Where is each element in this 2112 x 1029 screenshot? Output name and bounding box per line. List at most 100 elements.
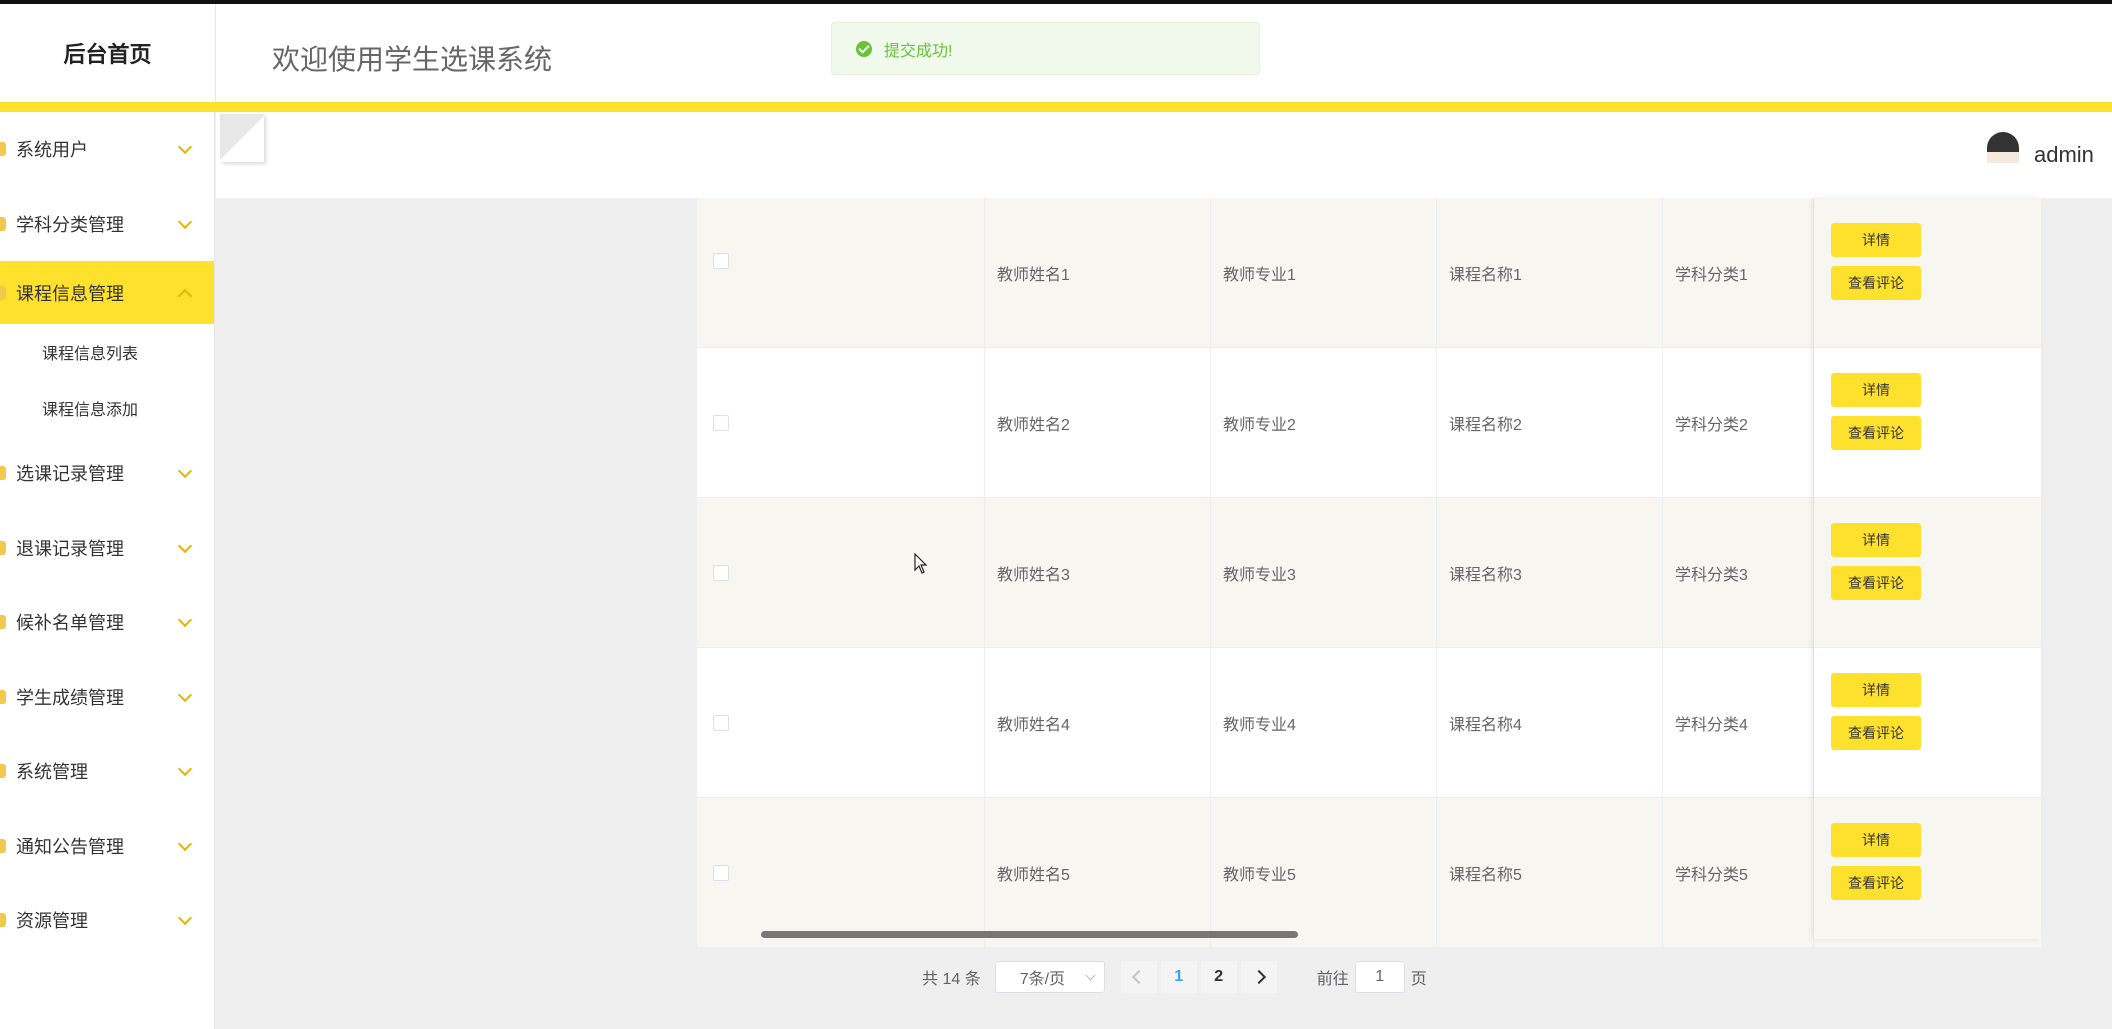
chevron-down-icon — [177, 762, 193, 777]
course-table: 教师姓名1 教师专业1 课程名称1 学科分类1 详情 查看评论 教师姓名2 教师… — [697, 198, 2041, 948]
username[interactable]: admin — [2034, 142, 2094, 168]
chevron-down-icon — [177, 538, 193, 553]
sidebar-item-label: 选课记录管理 — [16, 464, 124, 485]
image-cell — [759, 798, 985, 947]
detail-button[interactable]: 详情 — [1831, 523, 1921, 557]
sidebar-item-label: 通知公告管理 — [16, 836, 124, 857]
sidebar-item-grades[interactable]: 学生成绩管理 — [0, 660, 214, 735]
chevron-down-icon — [177, 911, 193, 926]
image-cell — [759, 498, 985, 647]
subject-cell: 学科分类5 — [1663, 798, 1814, 947]
folder-icon — [0, 689, 6, 704]
table-row: 教师姓名5 教师专业5 课程名称5 学科分类5 详情 查看评论 — [697, 798, 2041, 948]
course-name-cell: 课程名称5 — [1437, 798, 1663, 947]
sidebar-item-system-admin[interactable]: 系统管理 — [0, 734, 214, 809]
chevron-right-icon — [1251, 969, 1266, 985]
success-toast: 提交成功! — [831, 22, 1260, 75]
folder-icon — [0, 466, 6, 481]
sidebar-item-resources[interactable]: 资源管理 — [0, 883, 214, 958]
sidebar-item-label: 系统管理 — [16, 762, 88, 783]
image-cell — [759, 348, 985, 497]
detail-button[interactable]: 详情 — [1831, 373, 1921, 407]
subject-cell: 学科分类4 — [1663, 648, 1814, 797]
sidebar-item-waitlist[interactable]: 候补名单管理 — [0, 585, 214, 660]
teacher-major-cell: 教师专业2 — [1211, 348, 1437, 497]
avatar[interactable] — [1987, 132, 2019, 176]
chevron-down-icon — [177, 464, 193, 479]
sidebar-item-label: 候补名单管理 — [16, 613, 124, 634]
course-name-cell: 课程名称4 — [1437, 648, 1663, 797]
goto-page-input[interactable]: 1 — [1354, 961, 1405, 993]
bell-icon — [0, 838, 6, 853]
sidebar-item-notices[interactable]: 通知公告管理 — [0, 809, 214, 884]
sidebar-item-drop-records[interactable]: 退课记录管理 — [0, 511, 214, 586]
page-size-value: 7条/页 — [1019, 971, 1066, 988]
chevron-down-icon — [177, 214, 193, 229]
course-name-cell: 课程名称3 — [1437, 498, 1663, 647]
table-row: 教师姓名2 教师专业2 课程名称2 学科分类2 详情 查看评论 — [697, 348, 2041, 498]
detail-button[interactable]: 详情 — [1831, 673, 1921, 707]
course-name-cell: 课程名称1 — [1437, 198, 1663, 347]
sidebar-item-subject-category[interactable]: 学科分类管理 — [0, 187, 214, 262]
page-size-select[interactable]: 7条/页 — [994, 961, 1105, 993]
chevron-down-icon — [1085, 970, 1096, 981]
accent-bar — [0, 102, 2112, 112]
sidebar-item-label: 系统用户 — [16, 140, 88, 161]
page-title: 欢迎使用学生选课系统 — [272, 44, 553, 75]
toast-text: 提交成功! — [884, 42, 953, 60]
row-checkbox[interactable] — [713, 565, 729, 581]
teacher-name-cell: 教师姓名4 — [985, 648, 1211, 797]
goto-prefix: 前往 — [1316, 971, 1349, 988]
view-comments-button[interactable]: 查看评论 — [1831, 566, 1921, 600]
view-comments-button[interactable]: 查看评论 — [1831, 866, 1921, 900]
brand-title[interactable]: 后台首页 — [0, 4, 216, 102]
detail-button[interactable]: 详情 — [1831, 223, 1921, 257]
table-row: 教师姓名4 教师专业4 课程名称4 学科分类4 详情 查看评论 — [697, 648, 2041, 798]
prev-page-button[interactable] — [1120, 961, 1157, 993]
next-page-button[interactable] — [1240, 961, 1277, 993]
sidebar-item-enroll-records[interactable]: 选课记录管理 — [0, 436, 214, 511]
teacher-major-cell: 教师专业3 — [1211, 498, 1437, 647]
chevron-down-icon — [177, 836, 193, 851]
sidebar: 系统用户 学科分类管理 课程信息管理 课程信息列表 课程信息添加 选课记录管理 … — [0, 112, 215, 1029]
total-count: 共 14 条 — [922, 971, 981, 988]
collapse-toggle-icon[interactable] — [220, 114, 264, 162]
horizontal-scrollbar[interactable] — [761, 931, 1298, 938]
sidebar-item-label: 学科分类管理 — [16, 214, 124, 235]
sidebar-item-course-info[interactable]: 课程信息管理 — [0, 261, 214, 324]
table-row: 教师姓名1 教师专业1 课程名称1 学科分类1 详情 查看评论 — [697, 198, 2041, 348]
chevron-down-icon — [177, 687, 193, 702]
teacher-major-cell: 教师专业1 — [1211, 198, 1437, 347]
submenu-course-add[interactable]: 课程信息添加 — [0, 380, 214, 436]
mouse-cursor-icon — [914, 553, 928, 574]
row-checkbox[interactable] — [713, 865, 729, 881]
submenu-course-list[interactable]: 课程信息列表 — [0, 324, 214, 380]
folder-icon — [0, 216, 6, 231]
chevron-down-icon — [177, 613, 193, 628]
view-comments-button[interactable]: 查看评论 — [1831, 266, 1921, 300]
image-cell — [759, 648, 985, 797]
teacher-name-cell: 教师姓名5 — [985, 798, 1211, 947]
table-row: 教师姓名3 教师专业3 课程名称3 学科分类3 详情 查看评论 — [697, 498, 2041, 648]
teacher-name-cell: 教师姓名2 — [985, 348, 1211, 497]
chevron-down-icon — [177, 140, 193, 155]
view-comments-button[interactable]: 查看评论 — [1831, 716, 1921, 750]
row-checkbox[interactable] — [713, 415, 729, 431]
sidebar-item-system-users[interactable]: 系统用户 — [0, 112, 214, 187]
row-checkbox[interactable] — [713, 715, 729, 731]
sub-header — [216, 112, 2112, 198]
view-comments-button[interactable]: 查看评论 — [1831, 416, 1921, 450]
page-1-button[interactable]: 1 — [1160, 961, 1197, 993]
row-checkbox[interactable] — [713, 253, 729, 269]
folder-icon — [0, 285, 6, 300]
detail-button[interactable]: 详情 — [1831, 823, 1921, 857]
chevron-up-icon — [177, 288, 193, 303]
goto-page: 前往 1 页 — [1317, 961, 1427, 993]
teacher-major-cell: 教师专业4 — [1211, 648, 1437, 797]
page-2-button[interactable]: 2 — [1200, 961, 1237, 993]
user-icon — [0, 142, 6, 157]
image-cell — [759, 198, 985, 347]
check-circle-icon — [856, 40, 872, 57]
teacher-name-cell: 教师姓名1 — [985, 198, 1211, 347]
goto-suffix: 页 — [1410, 971, 1427, 988]
